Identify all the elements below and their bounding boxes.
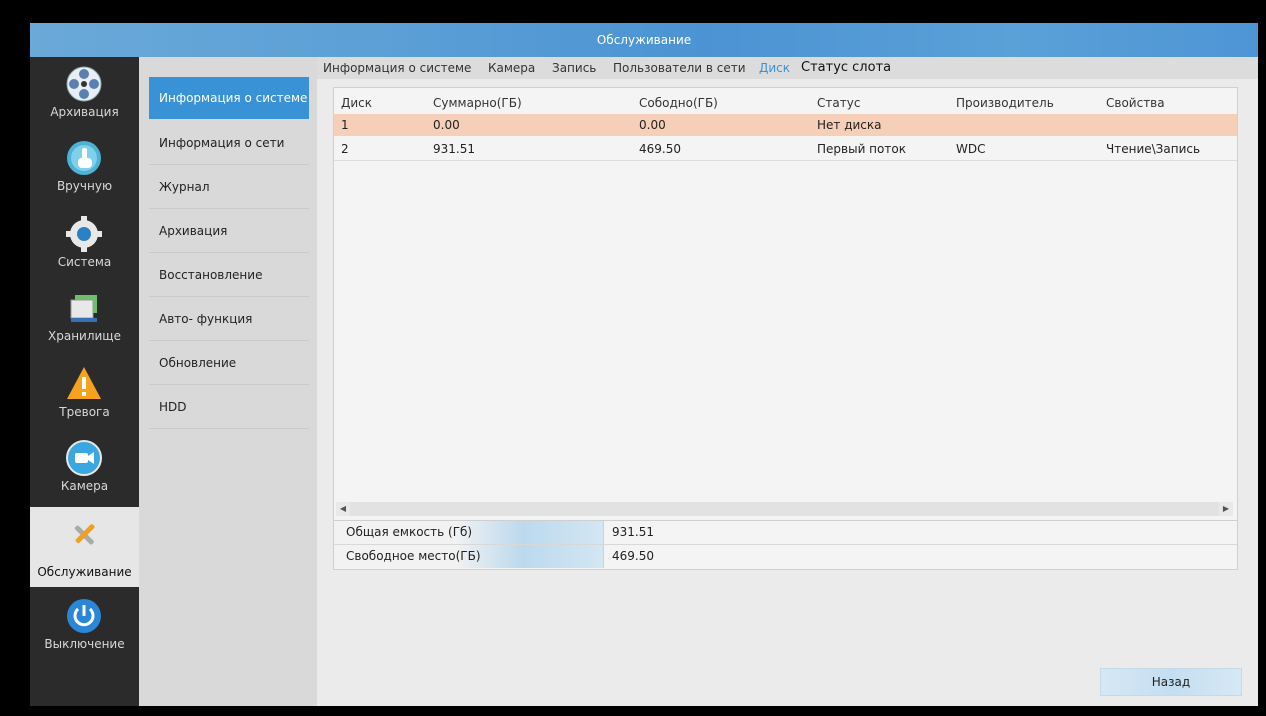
submenu-item-auto-function[interactable]: Авто- функция — [149, 297, 309, 341]
total-capacity-row: Общая емкость (Гб) 931.51 — [334, 521, 1237, 545]
nav-item-manual[interactable]: Вручную — [30, 131, 139, 201]
scroll-right-icon[interactable]: ▶ — [1219, 502, 1233, 516]
total-capacity-label: Общая емкость (Гб) — [334, 521, 604, 544]
nav-label: Архивация — [50, 105, 119, 119]
capacity-summary: Общая емкость (Гб) 931.51 Свободное мест… — [333, 520, 1238, 570]
column-header[interactable]: Диск — [341, 92, 372, 114]
cell-total: 0.00 — [433, 118, 460, 132]
cell-disk: 1 — [341, 118, 349, 132]
submenu: Информация о системе Информация о сети Ж… — [139, 57, 317, 706]
cell-status: Нет диска — [817, 118, 882, 132]
nav-label: Выключение — [44, 637, 125, 651]
gear-icon — [66, 216, 102, 252]
total-capacity-value: 931.51 — [612, 525, 654, 539]
cell-status: Первый поток — [817, 142, 906, 156]
submenu-item-restore[interactable]: Восстановление — [149, 253, 309, 297]
table-header: Диск Суммарно(ГБ) Cободно(ГБ) Статус Про… — [334, 92, 1237, 114]
nav-item-maintenance[interactable]: Обслуживание — [30, 507, 139, 587]
column-header[interactable]: Суммарно(ГБ) — [433, 92, 522, 114]
cell-free: 469.50 — [639, 142, 681, 156]
tab-record[interactable]: Запись — [552, 57, 596, 79]
storage-icon — [70, 295, 97, 322]
free-space-value: 469.50 — [612, 549, 654, 563]
column-header[interactable]: Cободно(ГБ) — [639, 92, 718, 114]
maintenance-window: Обслуживание Архивация Вручную Система Х… — [30, 23, 1258, 706]
nav-item-alarm[interactable]: Тревога — [30, 357, 139, 427]
submenu-item-archive[interactable]: Архивация — [149, 209, 309, 253]
nav-label: Система — [57, 255, 112, 269]
cell-properties: Чтение\Запись — [1106, 142, 1201, 156]
nav-item-shutdown[interactable]: Выключение — [30, 589, 139, 659]
submenu-item-update[interactable]: Обновление — [149, 341, 309, 385]
free-space-label: Свободное место(ГБ) — [334, 545, 604, 568]
submenu-item-hdd[interactable]: HDD — [149, 385, 309, 429]
cell-vendor: WDC — [956, 142, 986, 156]
table-row[interactable]: 1 0.00 0.00 Нет диска — [334, 114, 1237, 136]
submenu-item-network-info[interactable]: Информация о сети — [149, 121, 309, 165]
nav-label: Тревога — [59, 405, 110, 419]
table-row[interactable]: 2 931.51 469.50 Первый поток WDC Чтение\… — [334, 138, 1237, 161]
column-header[interactable]: Статус — [817, 92, 860, 114]
nav-item-storage[interactable]: Хранилище — [30, 281, 139, 351]
cell-free: 0.00 — [639, 118, 666, 132]
tab-system-info[interactable]: Информация о системе — [323, 57, 471, 79]
tab-slot-status[interactable]: Статус слота — [801, 57, 891, 79]
tools-icon — [74, 524, 95, 545]
submenu-item-system-info[interactable]: Информация о системе — [149, 77, 309, 119]
column-header[interactable]: Производитель — [956, 92, 1054, 114]
tab-camera[interactable]: Камера — [488, 57, 535, 79]
tab-disk[interactable]: Диск — [759, 57, 790, 79]
tab-online-users[interactable]: Пользователи в сети — [613, 57, 746, 79]
nav-item-camera[interactable]: Камера — [30, 431, 139, 501]
cell-total: 931.51 — [433, 142, 475, 156]
main-nav: Архивация Вручную Система Хранилище Трев… — [30, 57, 139, 706]
horizontal-scrollbar[interactable]: ◀ ▶ — [336, 502, 1233, 516]
content-panel: Информация о системе Камера Запись Польз… — [317, 57, 1258, 706]
scroll-left-icon[interactable]: ◀ — [336, 502, 350, 516]
nav-label: Хранилище — [48, 329, 121, 343]
nav-label: Камера — [60, 479, 109, 493]
tab-bar: Информация о системе Камера Запись Польз… — [317, 57, 1258, 79]
camera-icon — [66, 440, 102, 476]
cell-disk: 2 — [341, 142, 349, 156]
window-title: Обслуживание — [30, 23, 1258, 57]
disk-table: Диск Суммарно(ГБ) Cободно(ГБ) Статус Про… — [333, 87, 1238, 521]
warning-icon — [67, 367, 101, 399]
nav-item-system[interactable]: Система — [30, 207, 139, 277]
film-reel-icon — [66, 66, 102, 102]
nav-label: Обслуживание — [37, 565, 132, 579]
submenu-item-log[interactable]: Журнал — [149, 165, 309, 209]
nav-label: Вручную — [56, 179, 113, 193]
column-header[interactable]: Свойства — [1106, 92, 1165, 114]
hand-pointer-icon — [67, 141, 101, 175]
free-space-row: Свободное место(ГБ) 469.50 — [334, 545, 1237, 568]
back-button[interactable]: Назад — [1100, 668, 1242, 696]
nav-item-archive[interactable]: Архивация — [30, 57, 139, 127]
power-icon — [67, 599, 101, 633]
